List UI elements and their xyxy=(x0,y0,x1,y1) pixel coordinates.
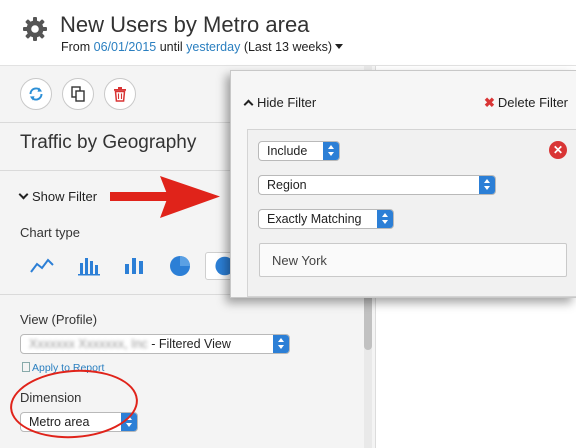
delete-filter-button[interactable]: ✖ Delete Filter xyxy=(484,95,568,111)
select-arrows-icon xyxy=(273,335,289,353)
from-prefix: From xyxy=(61,40,91,54)
document-icon xyxy=(22,362,30,372)
select-arrows-icon xyxy=(377,210,393,228)
gear-icon[interactable] xyxy=(22,16,48,42)
red-arrow-annotation xyxy=(110,176,220,218)
chart-type-label: Chart type xyxy=(20,225,80,240)
delete-widget-button[interactable] xyxy=(104,78,136,110)
date-range[interactable]: From 06/01/2015 until yesterday (Last 13… xyxy=(61,40,344,54)
match-type-value: Exactly Matching xyxy=(267,212,362,226)
caret-down-icon[interactable] xyxy=(335,44,344,49)
copy-button[interactable] xyxy=(62,78,94,110)
show-filter-toggle[interactable]: Show Filter xyxy=(18,189,98,204)
view-profile-label: View (Profile) xyxy=(20,312,98,327)
range-note: (Last 13 weeks) xyxy=(243,40,333,54)
select-arrows-icon xyxy=(323,142,339,160)
pie-chart-icon[interactable] xyxy=(164,252,196,280)
report-title: New Users by Metro area xyxy=(60,12,310,37)
chevron-down-icon xyxy=(18,189,29,200)
remove-rule-button[interactable]: ✕ xyxy=(549,141,567,159)
select-arrows-icon xyxy=(479,176,495,194)
bar-chart-icon[interactable] xyxy=(74,252,106,280)
report-header: New Users by Metro area From 06/01/2015 … xyxy=(0,0,576,66)
copy-icon xyxy=(71,86,85,102)
include-value: Include xyxy=(267,144,308,158)
delete-filter-label: Delete Filter xyxy=(497,95,568,110)
widget-title: Traffic by Geography xyxy=(20,132,197,153)
field-select[interactable]: Region xyxy=(258,175,496,195)
include-select[interactable]: Include xyxy=(258,141,340,161)
start-date-link[interactable]: 06/01/2015 xyxy=(94,40,157,54)
until-text: until xyxy=(159,40,183,54)
refresh-button[interactable] xyxy=(20,78,52,110)
filter-popup: Hide Filter ✖ Delete Filter Include ✕ Reg… xyxy=(230,70,576,298)
end-date-link[interactable]: yesterday xyxy=(186,40,240,54)
profile-name-redacted: Xxxxxxx Xxxxxxx, Inc xyxy=(29,337,148,351)
line-chart-icon[interactable] xyxy=(26,252,58,280)
hide-filter-label: Hide Filter xyxy=(257,95,317,110)
hide-filter-toggle[interactable]: Hide Filter xyxy=(243,95,317,110)
field-value: Region xyxy=(267,178,307,192)
refresh-icon xyxy=(29,87,43,101)
match-type-select[interactable]: Exactly Matching xyxy=(258,209,394,229)
profile-suffix: - Filtered View xyxy=(147,337,231,351)
chevron-up-icon xyxy=(243,99,254,110)
filter-value-input[interactable]: New York xyxy=(259,243,567,277)
trash-icon xyxy=(114,87,126,102)
column-chart-icon[interactable] xyxy=(119,252,151,280)
close-icon: ✖ xyxy=(484,95,495,110)
view-profile-select[interactable]: Xxxxxxx Xxxxxxx, Inc - Filtered View xyxy=(20,334,290,354)
show-filter-label: Show Filter xyxy=(32,189,98,204)
